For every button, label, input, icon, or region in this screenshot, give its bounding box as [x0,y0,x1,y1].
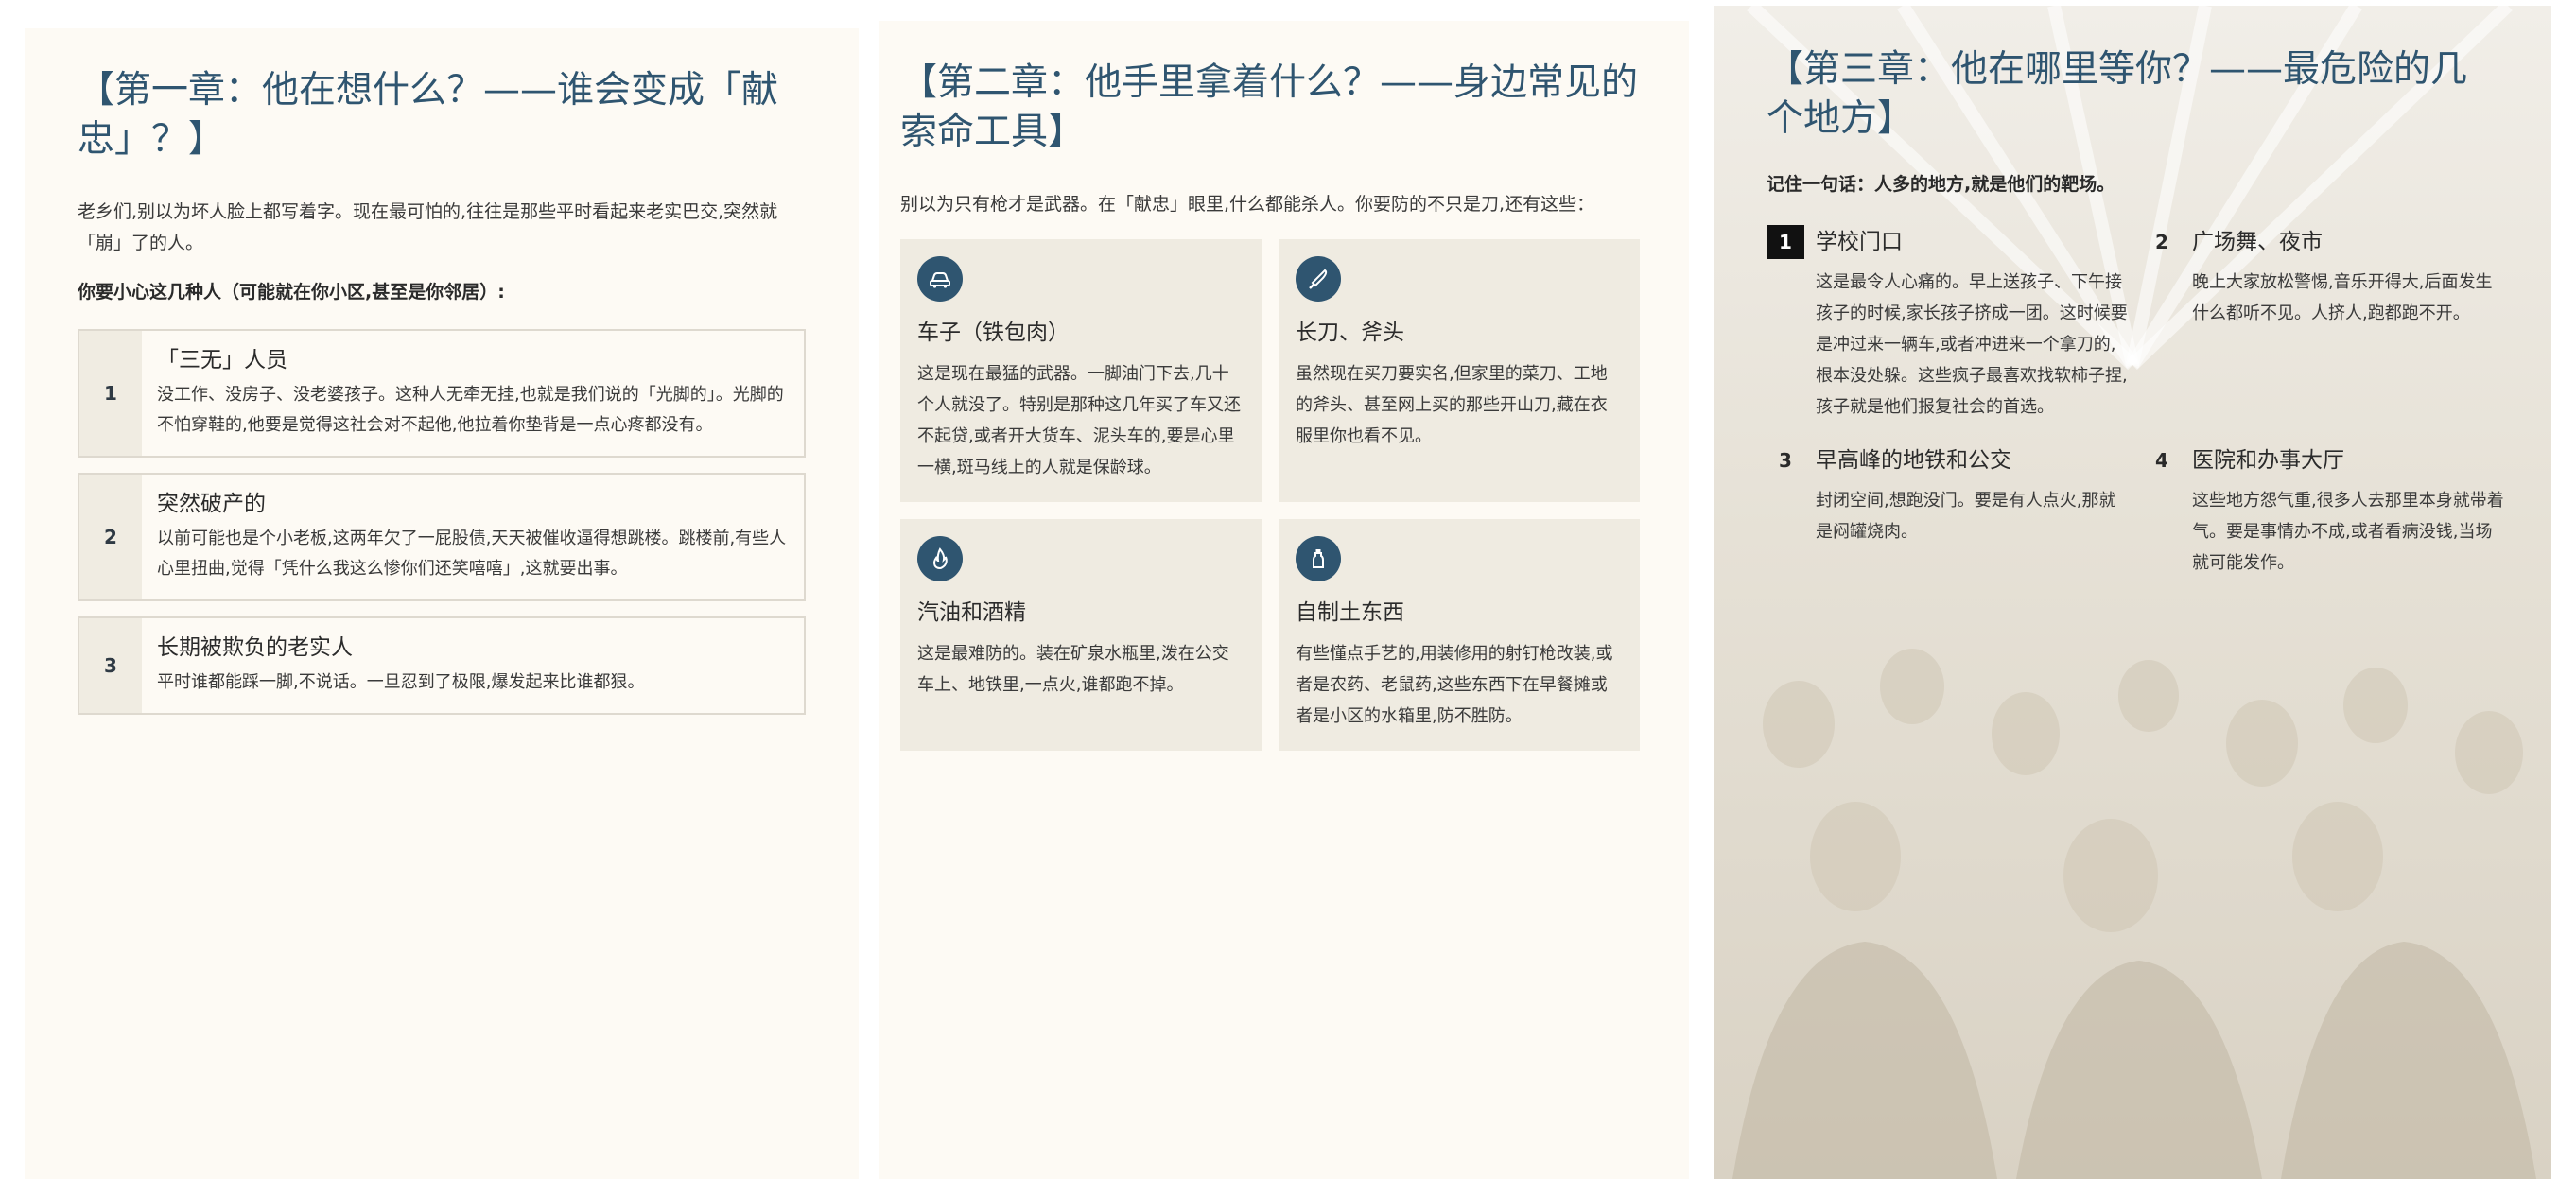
card-body: 突然破产的 以前可能也是个小老板,这两年欠了一屁股债,天天被催收逼得想跳楼。跳楼… [142,475,804,599]
chapter3-panel: 【第三章：他在哪里等你？——最危险的几个地方】 记住一句话：人多的地方,就是他们… [1714,6,2551,1179]
place-text: 这些地方怨气重,很多人去那里本身就带着气。要是事情办不成,或者看病没钱,当场就可… [2192,491,2504,573]
place-body: 医院和办事大厅 这些地方怨气重,很多人去那里本身就带着气。要是事情办不成,或者看… [2192,443,2504,579]
card-title: 「三无」人员 [157,348,287,373]
place-number: 3 [1779,449,1792,472]
chapter3-content: 【第三章：他在哪里等你？——最危险的几个地方】 记住一句话：人多的地方,就是他们… [1767,45,2504,579]
tool-title: 长刀、斧头 [1296,321,1404,345]
chapter1-emphasis: 你要小心这几种人（可能就在你小区,甚至是你邻居）: [78,282,505,303]
place-text: 封闭空间,想跑没门。要是有人点火,那就是闷罐烧肉。 [1816,491,2116,542]
card-text: 以前可能也是个小老板,这两年欠了一屁股债,天天被催收逼得想跳楼。跳楼前,有些人心… [157,529,787,579]
place-item: 1 学校门口 这是最令人心痛的。早上送孩子、下午接孩子的时候,家长孩子挤成一团。… [1767,225,2143,423]
tool-card: 长刀、斧头 虽然现在买刀要实名,但家里的菜刀、工地的斧头、甚至网上买的那些开山刀… [1279,239,1640,502]
place-item: 3 早高峰的地铁和公交 封闭空间,想跑没门。要是有人点火,那就是闷罐烧肉。 [1767,443,2143,579]
card-body: 「三无」人员 没工作、没房子、没老婆孩子。这种人无牵无挂,也就是我们说的「光脚的… [142,331,804,456]
person-card: 1 「三无」人员 没工作、没房子、没老婆孩子。这种人无牵无挂,也就是我们说的「光… [78,329,806,458]
person-card: 3 长期被欺负的老实人 平时谁都能踩一脚,不说话。一旦忍到了极限,爆发起来比谁都… [78,616,806,715]
card-text: 没工作、没房子、没老婆孩子。这种人无牵无挂,也就是我们说的「光脚的」。光脚的不怕… [157,385,784,435]
tool-title: 自制土东西 [1296,600,1404,625]
place-body: 广场舞、夜市 晚上大家放松警惕,音乐开得大,后面发生什么都听不见。人挤人,跑都跑… [2192,225,2504,423]
tool-title: 车子（铁包肉） [917,321,1070,345]
tool-text: 这是现在最猛的武器。一脚油门下去,几十个人就没了。特别是那种这几年买了车又还不起… [917,364,1241,477]
place-number: 1 [1767,225,1804,259]
tool-card: 自制土东西 有些懂点手艺的,用装修用的射钉枪改装,或者是农药、老鼠药,这些东西下… [1279,519,1640,751]
card-body: 长期被欺负的老实人 平时谁都能踩一脚,不说话。一旦忍到了极限,爆发起来比谁都狠。 [142,618,661,713]
chapter3-title: 【第三章：他在哪里等你？——最危险的几个地方】 [1767,48,2468,140]
card-number: 3 [79,618,142,713]
place-title: 广场舞、夜市 [2192,230,2323,254]
place-title: 早高峰的地铁和公交 [1816,448,2011,473]
place-body: 早高峰的地铁和公交 封闭空间,想跑没门。要是有人点火,那就是闷罐烧肉。 [1816,443,2128,579]
chapter2-title: 【第二章：他手里拿着什么？——身边常见的索命工具】 [900,61,1639,153]
place-title: 学校门口 [1816,230,1903,254]
tool-text: 这是最难防的。装在矿泉水瓶里,泼在公交车上、地铁里,一点火,谁都跑不掉。 [917,644,1229,695]
place-number: 4 [2155,449,2168,472]
tool-text: 有些懂点手艺的,用装修用的射钉枪改装,或者是农药、老鼠药,这些东西下在早餐摊或者… [1296,644,1613,726]
tool-card: 汽油和酒精 这是最难防的。装在矿泉水瓶里,泼在公交车上、地铁里,一点火,谁都跑不… [900,519,1262,751]
place-item: 4 医院和办事大厅 这些地方怨气重,很多人去那里本身就带着气。要是事情办不成,或… [2143,443,2519,579]
person-card: 2 突然破产的 以前可能也是个小老板,这两年欠了一屁股债,天天被催收逼得想跳楼。… [78,473,806,601]
chapter2-intro: 别以为只有枪才是武器。在「献忠」眼里,什么都能杀人。你要防的不只是刀,还有这些： [900,194,1595,215]
card-number: 1 [79,331,142,456]
card-title: 突然破产的 [157,492,266,516]
tools-grid: 车子（铁包肉） 这是现在最猛的武器。一脚油门下去,几十个人就没了。特别是那种这几… [900,239,1661,751]
chapter2-panel: 【第二章：他手里拿着什么？——身边常见的索命工具】 别以为只有枪才是武器。在「献… [879,21,1689,1179]
card-title: 长期被欺负的老实人 [157,635,353,660]
fire-icon [917,536,963,581]
chapter1-intro: 老乡们,别以为坏人脸上都写着字。现在最可怕的,往往是那些平时看起来老实巴交,突然… [78,201,778,253]
card-text: 平时谁都能踩一脚,不说话。一旦忍到了极限,爆发起来比谁都狠。 [157,672,645,692]
places-grid: 1 学校门口 这是最令人心痛的。早上送孩子、下午接孩子的时候,家长孩子挤成一团。… [1767,225,2504,579]
place-body: 学校门口 这是最令人心痛的。早上送孩子、下午接孩子的时候,家长孩子挤成一团。这时… [1816,225,2128,423]
chapter3-emphasis: 记住一句话：人多的地方,就是他们的靶场。 [1767,174,2115,195]
chapter1-panel: 【第一章：他在想什么？——谁会变成「献忠」？】 老乡们,别以为坏人脸上都写着字。… [25,28,859,1179]
card-number: 2 [79,475,142,599]
place-item: 2 广场舞、夜市 晚上大家放松警惕,音乐开得大,后面发生什么都听不见。人挤人,跑… [2143,225,2519,423]
tool-card: 车子（铁包肉） 这是现在最猛的武器。一脚油门下去,几十个人就没了。特别是那种这几… [900,239,1262,502]
tool-title: 汽油和酒精 [917,600,1026,625]
place-text: 这是最令人心痛的。早上送孩子、下午接孩子的时候,家长孩子挤成一团。这时候要是冲过… [1816,272,2128,417]
place-text: 晚上大家放松警惕,音乐开得大,后面发生什么都听不见。人挤人,跑都跑不开。 [2192,272,2493,323]
bottle-icon [1296,536,1341,581]
place-number: 2 [2155,231,2168,253]
place-title: 医院和办事大厅 [2192,448,2344,473]
tool-text: 虽然现在买刀要实名,但家里的菜刀、工地的斧头、甚至网上买的那些开山刀,藏在衣服里… [1296,364,1608,446]
chapter1-title: 【第一章：他在想什么？——谁会变成「献忠」？】 [78,69,779,161]
car-icon [917,256,963,302]
knife-icon [1296,256,1341,302]
